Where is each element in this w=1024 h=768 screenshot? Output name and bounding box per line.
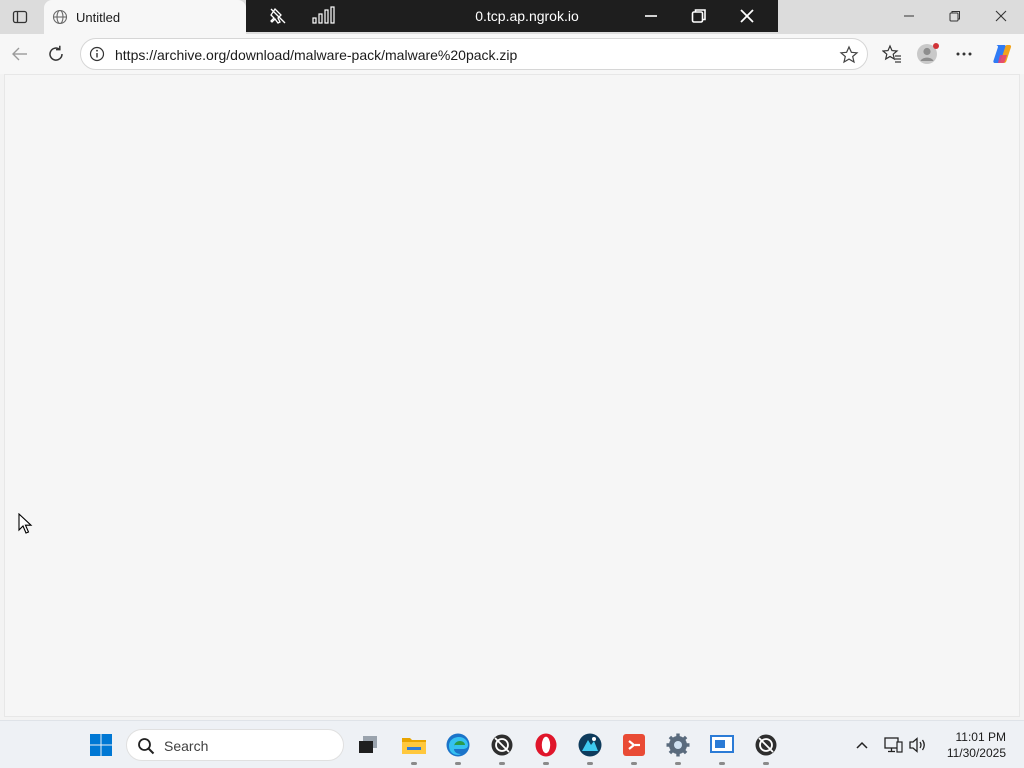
- clock-time: 11:01 PM: [955, 730, 1006, 744]
- remote-restore-button[interactable]: [686, 4, 712, 28]
- browser-toolbar: https://archive.org/download/malware-pac…: [0, 34, 1024, 74]
- running-indicator: [543, 762, 549, 765]
- taskbar-search[interactable]: Search: [126, 729, 344, 761]
- back-arrow-icon: [12, 47, 27, 61]
- task-view-icon: [359, 736, 377, 753]
- remote-desktop-icon: [710, 735, 734, 753]
- settings-button[interactable]: [662, 729, 694, 765]
- running-indicator: [499, 762, 505, 765]
- speaker-icon: [909, 737, 925, 753]
- refresh-icon: [49, 45, 63, 61]
- running-indicator: [631, 762, 637, 765]
- window-close-button[interactable]: [978, 0, 1024, 32]
- remote-desktop-button[interactable]: [706, 729, 738, 765]
- minimize-icon: [904, 15, 914, 17]
- file-explorer-button[interactable]: [398, 729, 430, 765]
- more-icon: [956, 52, 972, 56]
- close-icon: [995, 10, 1007, 22]
- tab-title: Untitled: [76, 9, 121, 25]
- app-icon: [491, 734, 513, 756]
- refresh-button[interactable]: [41, 39, 71, 69]
- remote-session-bar: 0.tcp.ap.ngrok.io: [246, 0, 778, 32]
- close-icon: [740, 9, 754, 23]
- copilot-button[interactable]: [987, 39, 1017, 69]
- favorites-icon: [882, 44, 901, 63]
- copilot-icon: [993, 45, 1012, 63]
- running-indicator: [675, 762, 681, 765]
- app-button[interactable]: [750, 729, 782, 765]
- mouse-cursor-icon: [18, 513, 33, 534]
- app-button[interactable]: [574, 729, 606, 765]
- network-icon: [884, 737, 903, 753]
- restore-icon: [949, 11, 960, 22]
- search-placeholder: Search: [164, 738, 209, 754]
- app-icon: [755, 734, 777, 756]
- app-icon: [578, 733, 602, 757]
- windows-start-icon: [90, 734, 112, 756]
- tab-actions-icon: [12, 10, 28, 24]
- running-indicator: [587, 762, 593, 765]
- taskbar: Search 11:01 PM 11/30/2025: [0, 720, 1024, 768]
- chevron-up-icon: [856, 741, 868, 749]
- browser-tab[interactable]: Untitled: [44, 0, 246, 34]
- restore-icon: [691, 9, 706, 23]
- show-hidden-icons-button[interactable]: [850, 731, 874, 759]
- profile-icon: [917, 43, 939, 64]
- task-view-button[interactable]: [352, 729, 384, 761]
- opera-button[interactable]: [530, 729, 562, 765]
- address-bar[interactable]: https://archive.org/download/malware-pac…: [80, 38, 868, 70]
- opera-icon: [535, 733, 557, 757]
- window-minimize-button[interactable]: [886, 0, 932, 32]
- star-icon[interactable]: [839, 45, 859, 65]
- globe-icon: [52, 9, 68, 25]
- minimize-icon: [645, 15, 657, 17]
- taskbar-clock[interactable]: 11:01 PM 11/30/2025: [947, 729, 1006, 761]
- git-icon: [623, 734, 645, 756]
- remote-minimize-button[interactable]: [638, 4, 664, 28]
- back-button[interactable]: [5, 39, 35, 69]
- window-restore-button[interactable]: [932, 0, 978, 32]
- app-button[interactable]: [486, 729, 518, 765]
- file-explorer-icon: [402, 738, 426, 754]
- running-indicator: [763, 762, 769, 765]
- edge-icon: [446, 733, 470, 757]
- profile-button[interactable]: [913, 39, 943, 69]
- favorites-button[interactable]: [877, 39, 907, 69]
- search-icon: [138, 738, 155, 755]
- start-button[interactable]: [85, 729, 117, 761]
- tab-actions-button[interactable]: [4, 2, 36, 32]
- network-button[interactable]: [881, 731, 905, 759]
- running-indicator: [455, 762, 461, 765]
- address-url[interactable]: https://archive.org/download/malware-pac…: [115, 47, 517, 63]
- page-viewport[interactable]: [4, 74, 1020, 717]
- info-icon[interactable]: [89, 46, 105, 62]
- remote-close-button[interactable]: [734, 4, 760, 28]
- running-indicator: [411, 762, 417, 765]
- more-button[interactable]: [949, 39, 979, 69]
- git-button[interactable]: [618, 729, 650, 765]
- volume-button[interactable]: [906, 731, 930, 759]
- edge-button[interactable]: [442, 729, 474, 765]
- browser-titlebar: Untitled 0.tcp.ap.ngrok.io: [0, 0, 1024, 34]
- clock-date: 11/30/2025: [946, 746, 1006, 760]
- settings-icon: [666, 733, 690, 757]
- running-indicator: [719, 762, 725, 765]
